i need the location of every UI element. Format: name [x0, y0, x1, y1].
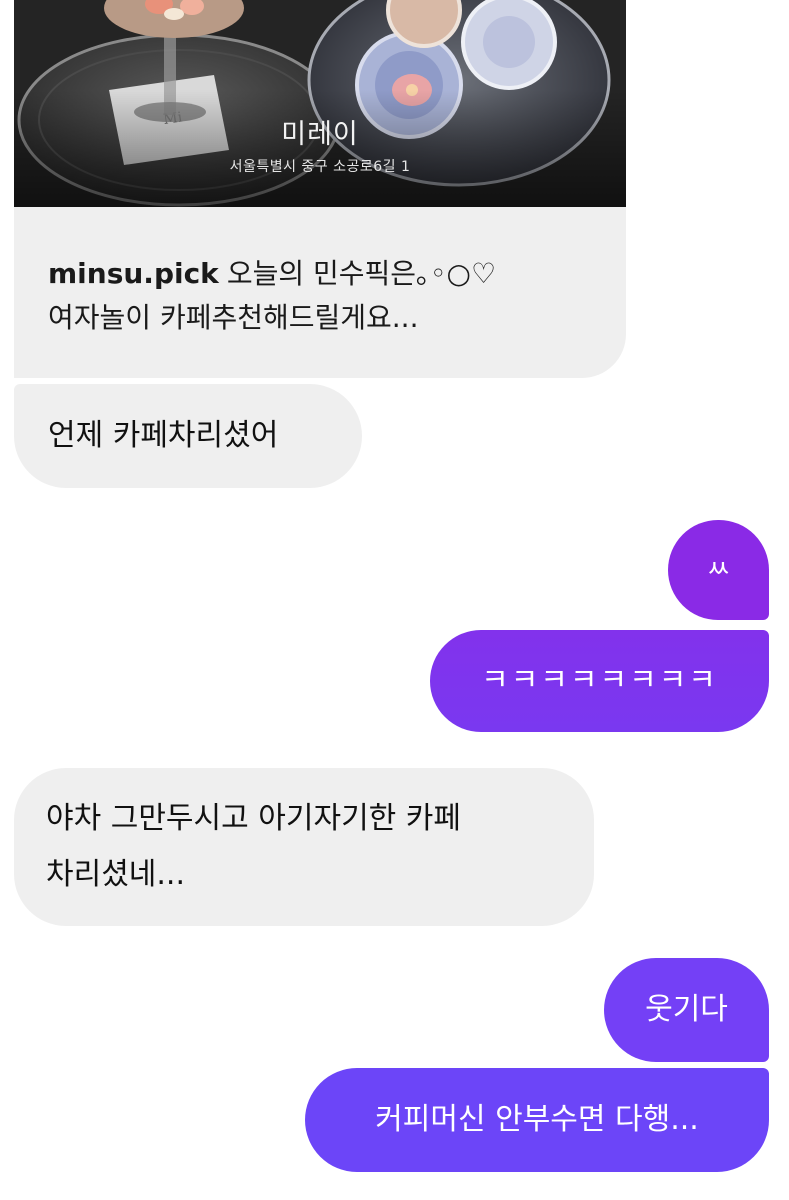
message-bubble-incoming[interactable]: 야차 그만두시고 아기자기한 카페 차리셨네...	[14, 768, 594, 926]
message-bubble-incoming[interactable]: 언제 카페차리셨어	[14, 384, 362, 488]
post-caption: minsu.pick 오늘의 민수픽은｡◦○♡ 여자놀이 카페추천해드릴게요...	[48, 252, 608, 340]
message-bubble-outgoing[interactable]: ㅆ	[668, 520, 769, 620]
post-username[interactable]: minsu.pick	[48, 257, 219, 290]
shared-post-card[interactable]: Mi 미레이 서울특	[14, 0, 626, 378]
message-text: ㅋㅋㅋㅋㅋㅋㅋㅋ	[481, 663, 718, 698]
message-text-line-2: 차리셨네...	[46, 857, 186, 892]
shared-post-image[interactable]: Mi 미레이 서울특	[14, 0, 626, 207]
message-bubble-outgoing[interactable]: 웃기다	[604, 958, 769, 1062]
caption-line-1: minsu.pick 오늘의 민수픽은｡◦○♡	[48, 252, 608, 296]
message-text: 웃기다	[645, 992, 728, 1027]
message-text: 야차 그만두시고 아기자기한 카페 차리셨네...	[46, 791, 461, 903]
place-name: 미레이	[281, 119, 359, 150]
message-text-line-1: 야차 그만두시고 아기자기한 카페	[46, 801, 462, 836]
caption-line-2: 여자놀이 카페추천해드릴게요...	[48, 301, 419, 334]
message-bubble-outgoing[interactable]: ㅋㅋㅋㅋㅋㅋㅋㅋ	[430, 630, 769, 732]
message-bubble-outgoing[interactable]: 커피머신 안부수면 다행...	[305, 1068, 769, 1172]
message-text: 언제 카페차리셨어	[48, 418, 279, 453]
message-text: ㅆ	[706, 555, 731, 585]
place-address: 서울특별시 중구 소공로6길 1	[229, 159, 411, 175]
caption-text-1: 오늘의 민수픽은｡◦○♡	[226, 257, 497, 290]
message-text: 커피머신 안부수면 다행...	[375, 1102, 699, 1137]
chat-thread: Mi 미레이 서울특	[0, 0, 789, 1200]
